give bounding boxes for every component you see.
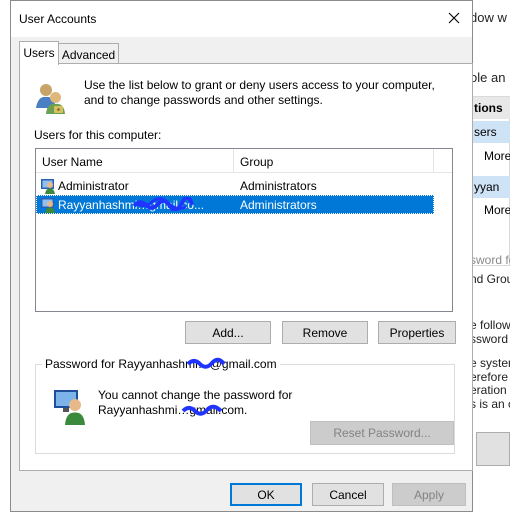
close-icon xyxy=(448,12,460,24)
redaction-scribble xyxy=(181,404,223,416)
properties-button[interactable]: Properties xyxy=(378,321,456,344)
background-text: erefore c xyxy=(470,370,510,384)
users-icon xyxy=(36,84,65,114)
background-text: sword fo xyxy=(470,253,510,267)
close-button[interactable] xyxy=(436,1,472,35)
redaction-scribble xyxy=(186,357,226,369)
dialog-title: User Accounts xyxy=(19,12,97,26)
background-row-user[interactable]: yyan xyxy=(472,176,510,198)
list-row[interactable]: Administrator Administrators xyxy=(36,176,434,195)
tab-advanced[interactable]: Advanced xyxy=(59,43,119,65)
background-text: e system xyxy=(470,356,510,370)
apply-button[interactable]: Apply xyxy=(392,483,466,506)
redaction-scribble xyxy=(132,197,194,211)
title-bar[interactable]: User Accounts xyxy=(11,1,472,37)
users-tab-panel: Use the list below to grant or deny user… xyxy=(19,63,473,471)
background-more-link[interactable]: More xyxy=(472,145,510,167)
cancel-button[interactable]: Cancel xyxy=(312,483,384,506)
column-user-name[interactable]: User Name xyxy=(36,149,234,173)
user-name: Administrator xyxy=(58,179,129,193)
users-list-label: Users for this computer: xyxy=(34,128,162,142)
add-button[interactable]: Add... xyxy=(185,321,271,344)
background-window-subtitle: ole an xyxy=(470,70,506,85)
users-list[interactable]: User Name Group Administrator Administra… xyxy=(35,148,453,312)
user-accounts-dialog: User Accounts Users Advanced Use the lis… xyxy=(10,0,473,512)
password-groupbox: Password for Rayyanhashmi…@gmail.com You… xyxy=(35,357,455,454)
background-button[interactable] xyxy=(476,432,510,466)
password-groupbox-legend: Password for Rayyanhashmi…@gmail.com xyxy=(42,357,280,371)
ok-button[interactable]: OK xyxy=(230,483,302,506)
column-group[interactable]: Group xyxy=(234,149,434,173)
reset-password-button[interactable]: Reset Password... xyxy=(310,421,454,445)
background-text: s is an c xyxy=(470,397,510,411)
tab-users[interactable]: Users xyxy=(19,41,59,65)
intro-line: Use the list below to grant or deny user… xyxy=(84,78,435,92)
list-header: User Name Group xyxy=(36,149,452,173)
remove-button[interactable]: Remove xyxy=(282,321,368,344)
background-more-link[interactable]: More xyxy=(472,199,510,221)
background-text: nd Grou xyxy=(470,272,510,286)
user-group: Administrators xyxy=(240,198,317,212)
background-column-header: tions xyxy=(472,97,510,119)
user-icon xyxy=(41,179,55,194)
background-text: e follow xyxy=(470,318,510,332)
user-group: Administrators xyxy=(240,179,317,193)
intro-text: Use the list below to grant or deny user… xyxy=(84,78,435,108)
password-message-line: You cannot change the password for xyxy=(98,388,293,402)
background-row-users[interactable]: sers xyxy=(472,121,510,143)
background-text: eration xyxy=(470,383,507,397)
user-icon xyxy=(41,198,55,213)
intro-line: and to change passwords and other settin… xyxy=(84,93,323,107)
list-row-selected[interactable]: Rayyanhashmi…gmail.co... Administrators xyxy=(36,195,434,214)
background-text: ssword f xyxy=(470,332,510,346)
background-window-title: dow w xyxy=(470,10,507,25)
user-icon xyxy=(54,390,85,425)
